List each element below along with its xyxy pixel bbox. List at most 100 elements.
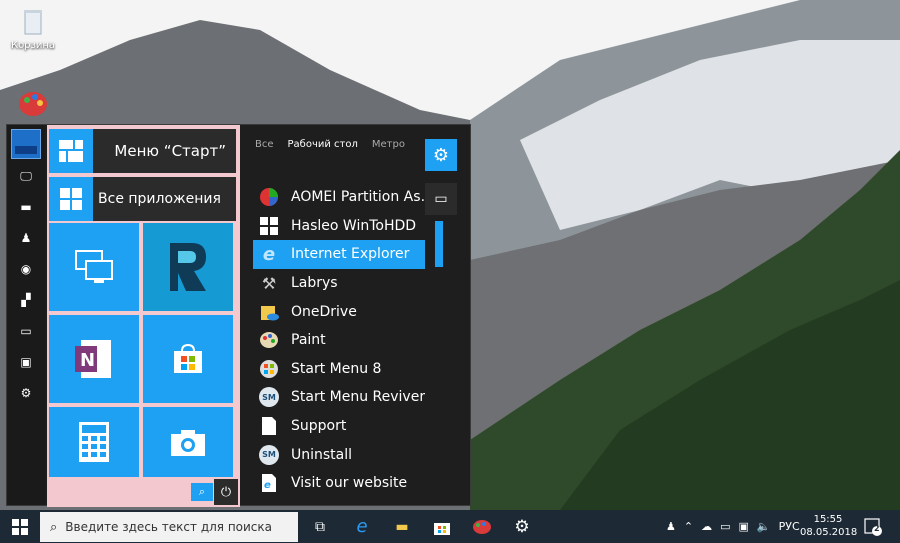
taskbar-search-placeholder: Введите здесь текст для поиска bbox=[65, 520, 273, 534]
tab-metro[interactable]: Метро bbox=[372, 139, 405, 150]
app-item-onedrive[interactable]: OneDrive bbox=[253, 297, 425, 326]
power-icon: ⏻ bbox=[220, 484, 232, 500]
gear-icon[interactable]: ⚙ bbox=[16, 384, 36, 402]
app-item-support[interactable]: Support bbox=[253, 412, 425, 441]
app-label: Hasleo WinToHDD bbox=[291, 217, 417, 234]
tile-calculator[interactable] bbox=[49, 407, 139, 477]
chevron-up-icon[interactable]: ⌃ bbox=[684, 520, 693, 533]
battery-icon[interactable]: ▭ bbox=[720, 520, 730, 533]
windows-logo-icon bbox=[12, 518, 28, 535]
paint-taskbar-button[interactable] bbox=[462, 510, 502, 543]
search-icon: ⌕ bbox=[50, 519, 58, 535]
tile-onenote[interactable]: N bbox=[49, 315, 139, 403]
recycle-bin-desktop-icon[interactable]: Корзина bbox=[5, 6, 61, 51]
clock-time: 15:55 bbox=[813, 514, 843, 525]
start-menu-search-input[interactable] bbox=[53, 483, 191, 501]
network-icon[interactable]: ▣ bbox=[739, 520, 749, 533]
folder-button[interactable]: ▭ bbox=[425, 183, 457, 215]
web-icon: e bbox=[259, 473, 279, 493]
language-indicator[interactable]: РУС bbox=[779, 520, 800, 533]
svg-text:N: N bbox=[80, 350, 95, 371]
task-view-icon: ⧉ bbox=[315, 518, 325, 535]
clock[interactable]: 15:55 08.05.2018 bbox=[800, 513, 858, 539]
camera-icon bbox=[171, 430, 205, 456]
app-label: Visit our website bbox=[291, 475, 408, 492]
app-item-hasleo[interactable]: Hasleo WinToHDD bbox=[253, 212, 425, 241]
settings-button[interactable]: ⚙ bbox=[425, 139, 457, 171]
app-label: OneDrive bbox=[291, 303, 357, 320]
paint-icon bbox=[259, 330, 279, 350]
cloud-icon[interactable]: ☁ bbox=[701, 520, 712, 533]
app-label: Internet Explorer bbox=[291, 246, 410, 263]
notification-count: 2 bbox=[874, 524, 880, 533]
network-icon[interactable]: ◉ bbox=[16, 260, 36, 278]
onedrive-icon bbox=[259, 302, 279, 322]
tile-remote-desktop[interactable] bbox=[49, 223, 139, 311]
user-avatar[interactable] bbox=[11, 129, 41, 159]
apps-icon[interactable]: ▞ bbox=[16, 291, 36, 309]
notification-icon bbox=[864, 518, 882, 536]
app-item-aomei[interactable]: AOMEI Partition As… bbox=[253, 183, 425, 212]
start-button[interactable] bbox=[0, 510, 40, 543]
svg-text:e: e bbox=[264, 480, 271, 491]
app-item-paint[interactable]: Paint bbox=[253, 326, 425, 355]
app-item-start-menu-8[interactable]: Start Menu 8 bbox=[253, 355, 425, 384]
remote-desktop-icon bbox=[75, 250, 113, 283]
app-item-labrys[interactable]: ⚒ Labrys bbox=[253, 269, 425, 298]
labrys-icon: ⚒ bbox=[261, 273, 277, 293]
taskbar-search-box[interactable]: ⌕ Введите здесь текст для поиска bbox=[40, 512, 298, 542]
all-apps-label: Все приложения bbox=[98, 191, 221, 207]
search-button[interactable]: ⌕ bbox=[191, 483, 213, 501]
paint-desktop-shortcut[interactable] bbox=[5, 88, 61, 122]
power-button[interactable]: ⏻ bbox=[214, 479, 238, 505]
clock-date: 08.05.2018 bbox=[800, 527, 858, 538]
monitor-icon[interactable]: 🖵 bbox=[16, 167, 36, 185]
task-view-button[interactable]: ⧉ bbox=[300, 510, 340, 543]
folder-icon[interactable]: ▬ bbox=[16, 198, 36, 216]
folder-icon: ▬ bbox=[395, 518, 409, 535]
app-label: Start Menu Reviver bbox=[291, 389, 425, 406]
app-item-uninstall[interactable]: SM Uninstall bbox=[253, 440, 425, 469]
all-apps-button[interactable]: Все приложения bbox=[49, 177, 236, 221]
action-center-button[interactable]: 2 bbox=[862, 516, 884, 538]
tab-desktop[interactable]: Рабочий стол bbox=[288, 139, 358, 150]
computer-icon[interactable]: ▣ bbox=[16, 353, 36, 371]
app-item-internet-explorer[interactable]: e Internet Explorer bbox=[253, 240, 425, 269]
edge-taskbar-button[interactable]: e bbox=[342, 510, 382, 543]
gear-icon: ⚙ bbox=[514, 516, 530, 537]
reviver-logo-icon bbox=[170, 243, 206, 291]
edge-icon: e bbox=[356, 516, 368, 537]
volume-icon[interactable]: 🔈 bbox=[757, 520, 771, 533]
tile-store[interactable] bbox=[143, 315, 233, 403]
app-label: Support bbox=[291, 418, 347, 435]
people-icon[interactable]: ♟ bbox=[666, 520, 676, 533]
start-menu-header[interactable]: Меню “Старт” bbox=[49, 129, 236, 173]
store-taskbar-button[interactable] bbox=[422, 510, 462, 543]
chart-icon[interactable]: ▭ bbox=[16, 322, 36, 340]
aomei-icon bbox=[259, 187, 279, 207]
onenote-icon: N bbox=[75, 340, 111, 378]
start-menu-title: Меню “Старт” bbox=[114, 142, 226, 160]
start-menu-rail: 🖵 ▬ ♟ ◉ ▞ ▭ ▣ ⚙ bbox=[7, 125, 45, 505]
start-menu-8-icon bbox=[259, 359, 279, 379]
palette-icon bbox=[17, 88, 49, 120]
folder-icon: ▭ bbox=[434, 191, 448, 207]
gear-icon: ⚙ bbox=[432, 144, 450, 166]
internet-explorer-icon: e bbox=[262, 243, 276, 265]
app-item-visit-website[interactable]: e Visit our website bbox=[253, 469, 425, 498]
app-label: Labrys bbox=[291, 275, 338, 292]
tile-reviver[interactable] bbox=[143, 223, 233, 311]
search-icon: ⌕ bbox=[198, 485, 206, 498]
tile-camera[interactable] bbox=[143, 407, 233, 477]
settings-taskbar-button[interactable]: ⚙ bbox=[502, 510, 542, 543]
app-list-scrollbar[interactable] bbox=[435, 221, 443, 489]
scrollbar-thumb[interactable] bbox=[435, 221, 443, 267]
palette-icon bbox=[473, 519, 491, 534]
user-icon[interactable]: ♟ bbox=[16, 229, 36, 247]
windows-grid-icon bbox=[49, 177, 93, 221]
file-explorer-taskbar-button[interactable]: ▬ bbox=[382, 510, 422, 543]
calculator-icon bbox=[79, 422, 109, 462]
windows-icon bbox=[259, 216, 279, 236]
app-item-start-menu-reviver[interactable]: SM Start Menu Reviver bbox=[253, 383, 425, 412]
tab-all[interactable]: Все bbox=[255, 139, 274, 150]
